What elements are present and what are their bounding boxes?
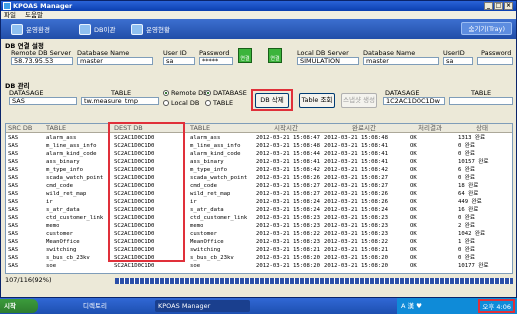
- table2-select[interactable]: [449, 97, 513, 105]
- clock[interactable]: 오후 4:06: [478, 299, 515, 313]
- table2-label: TABLE: [471, 89, 492, 97]
- start-button[interactable]: 시작: [0, 299, 38, 313]
- table-cell: SAS: [8, 263, 19, 269]
- remote-dbname-input[interactable]: master: [77, 57, 153, 65]
- table-header: SRC DB TABLE DEST DB TABLE 시작시간 완료시간 처리결…: [6, 124, 512, 133]
- toolbar-status-button[interactable]: 운영현황: [131, 23, 170, 35]
- local-password-input[interactable]: [477, 57, 513, 65]
- toolbar-migrate-button[interactable]: DB이관: [79, 23, 115, 35]
- datasage-select[interactable]: SAS: [9, 97, 77, 105]
- snapshot-button[interactable]: 스냅샷 생성: [341, 93, 377, 108]
- ime-indicator[interactable]: A 漢 ♥: [401, 302, 422, 310]
- col-status[interactable]: 상태: [476, 124, 488, 133]
- remote-server-label: Remote DB Server: [11, 49, 71, 57]
- window-title: KPOAS Manager: [13, 2, 73, 10]
- table-cell: 2012-03-21 15:08:20: [256, 263, 320, 269]
- table-cell: 10177 완료: [458, 263, 489, 269]
- col-end-time[interactable]: 완료시간: [352, 124, 376, 133]
- datasage2-label: DATASAGE: [385, 89, 420, 97]
- table-cell: soe: [46, 263, 57, 269]
- local-userid-input[interactable]: sa: [443, 57, 473, 65]
- progress-text: 107/116(92%): [5, 276, 52, 284]
- remote-password-label: Password: [199, 49, 230, 57]
- radio-remote-db[interactable]: Remote DB: [163, 89, 208, 97]
- dest-db-highlight: [108, 122, 185, 262]
- local-password-label: Password: [481, 49, 512, 57]
- col-src-table[interactable]: TABLE: [46, 124, 66, 133]
- local-dbname-input[interactable]: master: [363, 57, 439, 65]
- remote-dbname-label: Database Name: [77, 49, 130, 57]
- radio-table[interactable]: TABLE: [205, 99, 233, 107]
- table-row[interactable]: SAS soe SC2AC1D0C1D0 soe 2012-03-21 15:08:20…: [6, 262, 512, 271]
- radio-database[interactable]: DATABASE: [205, 89, 247, 97]
- col-result[interactable]: 처리결과: [418, 124, 442, 133]
- col-dest-table[interactable]: TABLE: [190, 124, 210, 133]
- app-icon: [3, 2, 11, 10]
- table-select[interactable]: tw.measure_tmp: [81, 97, 159, 105]
- table-cell: SC2AC1D0C1D0: [114, 263, 155, 269]
- toolbar-env-button[interactable]: 운영환경: [11, 23, 50, 35]
- task-explorer[interactable]: 디렉토리: [80, 300, 107, 312]
- datasage2-select[interactable]: 1C2AC1D0C1Dw: [383, 97, 445, 105]
- taskbar: 시작 디렉토리 KPOAS Manager A 漢 ♥ 오후 4:06: [0, 298, 517, 314]
- local-server-input[interactable]: SIMULATION: [297, 57, 359, 65]
- hide-tray-button[interactable]: 숨기기(Tray): [461, 22, 512, 35]
- close-button[interactable]: ×: [504, 2, 513, 10]
- table-cell: OK: [410, 263, 417, 269]
- table-cell: 2012-03-21 15:08:20: [324, 263, 388, 269]
- main-window: KPOAS Manager _ □ × 파일 도움말 운영환경 DB이관 운영현…: [0, 0, 517, 298]
- remote-password-input[interactable]: *****: [199, 57, 233, 65]
- progress-bar: [115, 278, 513, 284]
- datasage-label: DATASAGE: [9, 89, 44, 97]
- col-src-db[interactable]: SRC DB: [8, 124, 32, 133]
- local-server-label: Local DB Server: [297, 49, 349, 57]
- local-connect-button[interactable]: 연결: [268, 48, 282, 63]
- remote-connect-button[interactable]: 연결: [238, 48, 252, 63]
- maximize-button[interactable]: □: [494, 2, 503, 10]
- toolbar: 운영환경 DB이관 운영현황 숨기기(Tray): [1, 19, 516, 39]
- minimize-button[interactable]: _: [484, 2, 493, 10]
- remote-userid-input[interactable]: sa: [163, 57, 195, 65]
- db-delete-button[interactable]: DB 삭제: [255, 93, 289, 108]
- menu-file[interactable]: 파일: [4, 11, 16, 19]
- table-label: TABLE: [111, 89, 132, 97]
- title-bar[interactable]: KPOAS Manager _ □ ×: [1, 1, 516, 11]
- migrate-icon: [79, 23, 91, 35]
- radio-local-db[interactable]: Local DB: [163, 99, 199, 107]
- table-query-button[interactable]: Table 조회: [299, 93, 335, 108]
- col-start-time[interactable]: 시작시간: [274, 124, 298, 133]
- local-dbname-label: Database Name: [363, 49, 416, 57]
- migration-table[interactable]: SRC DB TABLE DEST DB TABLE 시작시간 완료시간 처리결…: [5, 123, 513, 274]
- table-cell: soe: [190, 263, 201, 269]
- monitor-icon: [131, 23, 143, 35]
- menu-help[interactable]: 도움말: [25, 11, 43, 19]
- task-kpoas[interactable]: KPOAS Manager: [155, 300, 250, 312]
- remote-userid-label: User ID: [163, 49, 187, 57]
- remote-server-input[interactable]: 58.73.95.53: [11, 57, 73, 65]
- system-tray: A 漢 ♥ 오후 4:06: [397, 298, 517, 314]
- menu-bar: 파일 도움말: [1, 11, 516, 19]
- env-icon: [11, 23, 23, 35]
- local-userid-label: UserID: [443, 49, 465, 57]
